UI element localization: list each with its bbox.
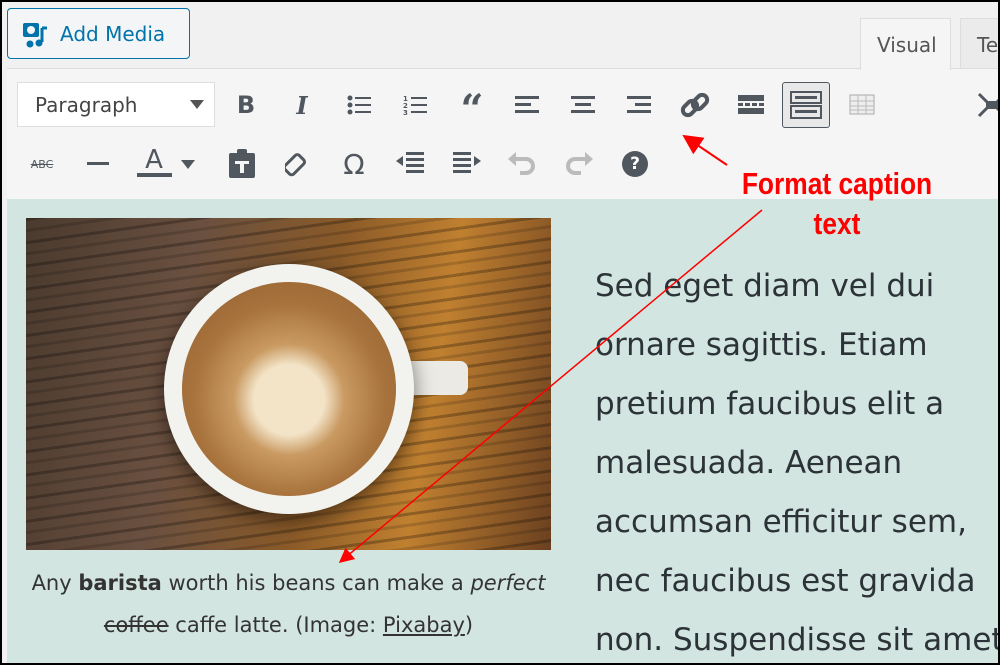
redo-icon xyxy=(566,152,593,175)
keyboard-icon xyxy=(790,91,822,119)
numbered-list-button[interactable]: 123 xyxy=(395,85,435,125)
body-paragraph[interactable]: Sed eget diam vel dui ornare sagittis. E… xyxy=(595,257,998,663)
latte xyxy=(182,282,396,496)
italic-icon: I xyxy=(296,90,308,120)
redo-button[interactable] xyxy=(559,144,599,184)
clear-formatting-button[interactable] xyxy=(278,144,318,184)
toolbar-toggle-button[interactable] xyxy=(782,82,830,128)
strikethrough-icon: ABC xyxy=(30,157,54,171)
blockquote-button[interactable]: “ xyxy=(452,86,492,133)
editor-window: Add Media Visual Text Paragraph B I 123 … xyxy=(0,0,1000,665)
text-color-dropdown[interactable] xyxy=(174,144,202,184)
numbered-list-icon: 123 xyxy=(403,95,427,116)
align-left-button[interactable] xyxy=(507,85,547,125)
add-media-label: Add Media xyxy=(60,21,166,46)
outdent-icon xyxy=(396,152,424,173)
strikethrough-button[interactable]: ABC xyxy=(22,144,62,184)
horizontal-line-button[interactable] xyxy=(78,144,118,184)
caption-text: worth his beans can make a xyxy=(161,571,471,595)
svg-text:3: 3 xyxy=(403,109,408,116)
undo-icon xyxy=(508,152,535,175)
tab-text[interactable]: Text xyxy=(960,18,998,69)
format-select-value: Paragraph xyxy=(35,93,138,117)
fullscreen-button[interactable] xyxy=(972,85,998,125)
annotation-label: Format caption text xyxy=(739,164,935,244)
caption-text: caffe latte. (Image: xyxy=(168,613,383,637)
italic-button[interactable]: I xyxy=(282,85,322,125)
horizontal-line-icon xyxy=(87,162,109,165)
caption-strike: coffee xyxy=(103,613,169,637)
decrease-indent-button[interactable] xyxy=(390,144,430,184)
bulleted-list-button[interactable] xyxy=(339,85,379,125)
editor-content[interactable]: Any barista worth his beans can make a p… xyxy=(7,199,998,663)
align-right-button[interactable] xyxy=(619,85,659,125)
fullscreen-icon xyxy=(977,92,998,118)
read-more-icon xyxy=(738,95,764,114)
caption-bold: barista xyxy=(78,571,162,595)
bulleted-list-icon xyxy=(347,95,371,115)
media-icon xyxy=(23,22,47,47)
align-left-icon xyxy=(515,96,539,113)
chevron-down-icon xyxy=(190,100,204,109)
help-button[interactable]: ? xyxy=(615,144,655,184)
link-icon xyxy=(680,92,710,118)
align-right-icon xyxy=(627,96,651,113)
special-character-button[interactable]: Ω xyxy=(334,144,374,184)
bold-button[interactable]: B xyxy=(226,85,266,125)
color-swatch xyxy=(136,173,172,177)
chevron-down-icon xyxy=(181,159,195,169)
undo-button[interactable] xyxy=(502,144,542,184)
clipboard-icon xyxy=(229,149,255,178)
table-icon xyxy=(849,94,875,115)
omega-icon: Ω xyxy=(343,147,365,181)
caption-text: Any xyxy=(31,571,79,595)
table-button[interactable] xyxy=(843,85,883,125)
increase-indent-button[interactable] xyxy=(447,144,487,184)
annotation-line-2: text xyxy=(813,206,861,241)
eraser-icon xyxy=(285,153,307,177)
tab-visual[interactable]: Visual xyxy=(860,18,951,70)
text-color-button[interactable]: A xyxy=(134,142,174,182)
insert-link-button[interactable] xyxy=(675,85,715,125)
format-select[interactable]: Paragraph xyxy=(17,82,215,127)
text-color-icon: A xyxy=(145,145,163,175)
read-more-button[interactable] xyxy=(731,85,771,125)
paste-as-text-button[interactable] xyxy=(222,144,262,184)
caption-italic: perfect xyxy=(470,571,546,595)
help-icon: ? xyxy=(622,151,648,177)
image-caption[interactable]: Any barista worth his beans can make a p… xyxy=(26,562,551,646)
bold-icon: B xyxy=(236,91,256,119)
annotation-line-1: Format caption xyxy=(741,166,933,201)
indent-icon xyxy=(453,152,481,173)
align-center-button[interactable] xyxy=(563,85,603,125)
caption-text: ) xyxy=(464,613,474,637)
coffee-image[interactable] xyxy=(26,218,551,550)
blockquote-icon: “ xyxy=(460,85,484,133)
add-media-button[interactable]: Add Media xyxy=(7,8,190,59)
caption-link[interactable]: Pixabay xyxy=(383,613,465,637)
align-center-icon xyxy=(571,96,595,113)
